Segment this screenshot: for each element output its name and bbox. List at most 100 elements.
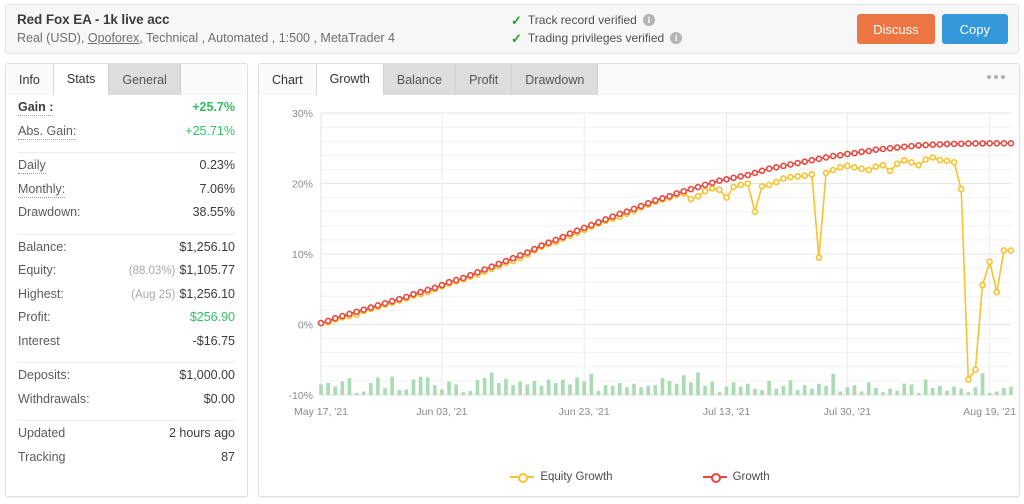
chart-data-point[interactable]: [765, 165, 773, 172]
chart-data-point[interactable]: [687, 185, 695, 193]
chart-data-point[interactable]: [388, 297, 396, 305]
chart-data-point[interactable]: [708, 185, 716, 192]
chart-data-point[interactable]: [523, 249, 531, 256]
chart-data-point[interactable]: [331, 314, 339, 322]
chart-data-point[interactable]: [915, 161, 922, 169]
chart-data-point[interactable]: [637, 202, 645, 210]
chart-data-point[interactable]: [538, 242, 545, 249]
chart-data-point[interactable]: [701, 187, 709, 195]
chart-data-point[interactable]: [580, 224, 588, 232]
chart-data-point[interactable]: [588, 221, 595, 229]
chart-data-point[interactable]: [943, 140, 951, 148]
tab-stats[interactable]: Stats: [53, 64, 110, 95]
chart-data-point[interactable]: [716, 177, 723, 184]
chart-data-point[interactable]: [965, 376, 972, 383]
chart-data-point[interactable]: [986, 258, 993, 266]
chart-data-point[interactable]: [957, 140, 965, 148]
chart-data-point[interactable]: [367, 304, 375, 311]
chart-data-point[interactable]: [751, 169, 759, 177]
chart-data-point[interactable]: [929, 141, 937, 149]
chart-data-point[interactable]: [552, 236, 560, 244]
chart-data-point[interactable]: [531, 245, 538, 253]
chart-data-point[interactable]: [459, 274, 467, 282]
chart-data-point[interactable]: [694, 192, 702, 200]
info-icon[interactable]: i: [642, 14, 655, 26]
chart-data-point[interactable]: [886, 167, 894, 175]
chart-data-point[interactable]: [922, 156, 929, 163]
chart-data-point[interactable]: [644, 199, 652, 207]
stat-label[interactable]: Abs. Gain:: [18, 124, 77, 140]
chart-data-point[interactable]: [780, 162, 787, 170]
chart-data-point[interactable]: [502, 257, 510, 265]
tab-growth[interactable]: Growth: [316, 64, 384, 95]
chart-data-point[interactable]: [1000, 247, 1008, 254]
chart-data-point[interactable]: [374, 302, 382, 309]
chart-data-point[interactable]: [886, 144, 894, 152]
chart-data-point[interactable]: [680, 187, 688, 195]
chart-data-point[interactable]: [858, 165, 865, 172]
more-options-icon[interactable]: [987, 75, 1005, 79]
chart-data-point[interactable]: [723, 194, 730, 201]
chart-data-point[interactable]: [467, 271, 474, 279]
chart-data-point[interactable]: [808, 156, 816, 164]
chart-data-point[interactable]: [893, 144, 901, 151]
chart-data-point[interactable]: [516, 252, 524, 259]
chart-data-point[interactable]: [879, 145, 887, 153]
chart-data-point[interactable]: [772, 178, 780, 186]
chart-data-point[interactable]: [872, 146, 880, 153]
chart-data-point[interactable]: [744, 171, 752, 179]
chart-data-point[interactable]: [822, 154, 830, 161]
chart-data-point[interactable]: [836, 151, 844, 159]
stat-label[interactable]: Gain :: [18, 100, 54, 116]
chart-data-point[interactable]: [395, 295, 403, 303]
tab-drawdown[interactable]: Drawdown: [512, 64, 599, 95]
chart-data-point[interactable]: [659, 195, 666, 202]
chart-data-point[interactable]: [346, 310, 353, 318]
chart-data-point[interactable]: [801, 172, 809, 180]
chart-data-point[interactable]: [630, 205, 638, 213]
chart-data-point[interactable]: [836, 163, 844, 171]
chart-data-point[interactable]: [772, 163, 780, 171]
legend-item-equity-growth[interactable]: Equity Growth: [510, 471, 613, 483]
chart-data-point[interactable]: [509, 254, 517, 262]
chart-data-point[interactable]: [339, 312, 346, 320]
stat-label[interactable]: Monthly:: [18, 182, 66, 198]
chart-data-point[interactable]: [787, 161, 794, 168]
chart-data-point[interactable]: [701, 181, 709, 189]
chart-data-point[interactable]: [381, 300, 389, 307]
chart-data-point[interactable]: [865, 147, 873, 155]
chart-data-point[interactable]: [872, 163, 880, 170]
chart-data-point[interactable]: [950, 159, 958, 166]
chart-data-point[interactable]: [993, 140, 1001, 147]
chart-data-point[interactable]: [765, 181, 773, 189]
chart-data-point[interactable]: [979, 281, 986, 289]
chart-data-point[interactable]: [787, 173, 794, 181]
chart-data-point[interactable]: [559, 233, 567, 241]
chart-data-point[interactable]: [922, 141, 929, 149]
chart-data-point[interactable]: [438, 281, 446, 289]
chart-data-point[interactable]: [794, 159, 801, 167]
chart-data-point[interactable]: [723, 175, 730, 183]
chart-data-point[interactable]: [993, 288, 1001, 296]
tab-balance[interactable]: Balance: [383, 64, 457, 95]
legend-item-growth[interactable]: Growth: [702, 471, 770, 483]
chart-data-point[interactable]: [666, 192, 673, 200]
chart-data-point[interactable]: [360, 306, 367, 313]
chart-data-point[interactable]: [815, 254, 823, 261]
info-icon[interactable]: i: [670, 32, 683, 44]
chart-data-point[interactable]: [730, 174, 737, 182]
chart-data-point[interactable]: [474, 269, 481, 276]
chart-data-point[interactable]: [900, 156, 908, 164]
chart-data-point[interactable]: [929, 154, 937, 161]
chart-data-point[interactable]: [957, 185, 965, 193]
chart-data-point[interactable]: [652, 197, 659, 204]
chart-data-point[interactable]: [1007, 140, 1015, 147]
chart-data-point[interactable]: [410, 290, 417, 298]
chart-data-point[interactable]: [844, 150, 851, 158]
chart-data-point[interactable]: [858, 148, 865, 156]
chart-data-point[interactable]: [815, 155, 823, 163]
chart-data-point[interactable]: [758, 167, 766, 175]
chart-data-point[interactable]: [737, 181, 744, 189]
chart-data-point[interactable]: [972, 366, 979, 373]
chart-data-point[interactable]: [965, 140, 972, 147]
